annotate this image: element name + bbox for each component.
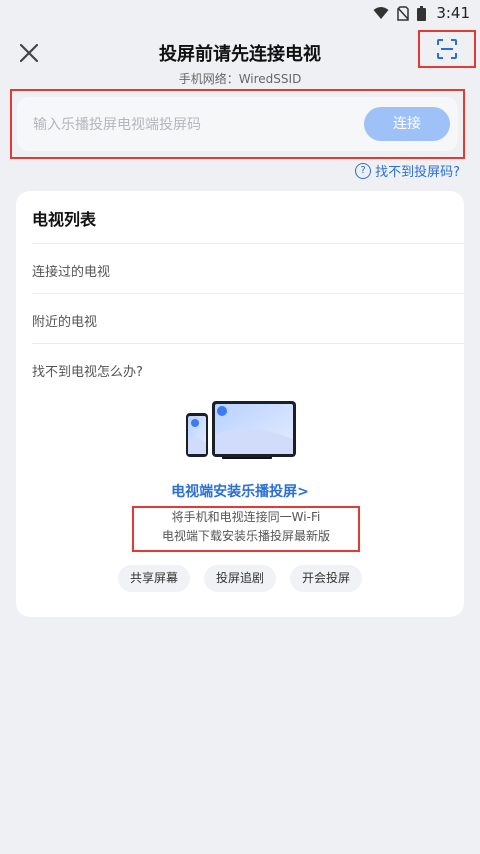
network-info: 手机网络：WiredSSID <box>178 72 302 86</box>
scenario-chips: 共享屏幕 投屏追剧 开会投屏 <box>16 565 464 592</box>
scan-icon <box>437 39 457 59</box>
cannot-find-tv-row[interactable]: 找不到电视怎么办? <box>32 361 143 380</box>
tv-list-card: 电视列表 连接过的电视 附近的电视 找不到电视怎么办? 电视端安装乐播投屏> 将… <box>16 191 464 617</box>
battery-icon <box>417 5 427 21</box>
chip-share-screen[interactable]: 共享屏幕 <box>117 565 190 592</box>
status-bar: 3:41 <box>0 0 480 26</box>
help-link-label: 找不到投屏码? <box>375 165 460 180</box>
scan-button[interactable] <box>418 30 476 68</box>
cannot-find-code-link[interactable]: ? 找不到投屏码? <box>355 161 460 180</box>
question-icon: ? <box>355 162 372 179</box>
connect-button[interactable]: 连接 <box>364 107 450 141</box>
setup-step-2: 电视端下载安装乐播投屏最新版 <box>161 529 330 543</box>
status-icons: 3:41 <box>373 4 470 22</box>
divider <box>32 293 464 294</box>
wifi-icon <box>373 7 389 19</box>
setup-step-1: 将手机和电视连接同一Wi-Fi <box>171 510 321 524</box>
nearby-tvs-row[interactable]: 附近的电视 <box>32 311 97 330</box>
chip-cast-drama[interactable]: 投屏追剧 <box>203 565 276 592</box>
divider <box>32 243 464 244</box>
phone-tv-illustration <box>186 401 296 459</box>
connected-tvs-row[interactable]: 连接过的电视 <box>32 261 110 280</box>
setup-steps: 将手机和电视连接同一Wi-Fi 电视端下载安装乐播投屏最新版 <box>132 506 360 552</box>
code-input-card: 连接 <box>17 97 458 153</box>
header: 投屏前请先连接电视 手机网络：WiredSSID <box>0 26 480 90</box>
tv-list-title: 电视列表 <box>32 210 97 229</box>
code-input[interactable] <box>31 97 355 153</box>
page-title: 投屏前请先连接电视 <box>159 44 321 65</box>
chip-meeting-cast[interactable]: 开会投屏 <box>290 565 363 592</box>
install-on-tv-link[interactable]: 电视端安装乐播投屏> <box>16 481 464 501</box>
code-input-highlight: 连接 <box>10 89 465 159</box>
no-sim-icon <box>397 5 410 21</box>
status-time: 3:41 <box>436 4 470 22</box>
divider <box>32 343 464 344</box>
